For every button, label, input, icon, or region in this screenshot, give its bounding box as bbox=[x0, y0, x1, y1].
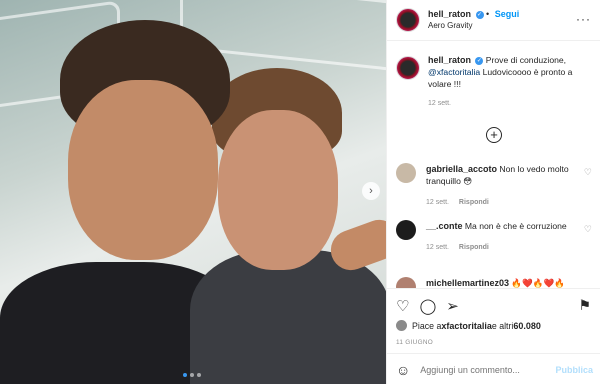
comment-timestamp[interactable]: 12 sett. bbox=[426, 244, 449, 251]
likes-count[interactable]: 60.080 bbox=[513, 321, 541, 331]
comment-text: Ma non è che è corruzione bbox=[462, 221, 567, 231]
post-caption: hell_raton ✓ Prove di conduzione, @xfact… bbox=[396, 54, 592, 110]
reply-button[interactable]: Rispondi bbox=[459, 244, 489, 251]
commenter-username[interactable]: michellemartinez03 bbox=[426, 278, 509, 288]
comment-item: gabriella_accoto Non lo vedo molto tranq… bbox=[396, 163, 592, 209]
comment-timestamp[interactable]: 12 sett. bbox=[426, 199, 449, 206]
next-image-button[interactable]: › bbox=[362, 182, 380, 200]
like-heart-icon[interactable]: ♡ bbox=[396, 297, 409, 315]
follow-button[interactable]: Segui bbox=[495, 9, 520, 19]
caption-text: Prove di conduzione, bbox=[483, 55, 567, 65]
liker-avatar[interactable] bbox=[396, 320, 407, 331]
emoji-picker-icon[interactable]: ☺ bbox=[396, 362, 410, 378]
author-avatar[interactable] bbox=[396, 8, 420, 32]
instagram-post: › hell_raton ✓ • Segui Aero Gravity ··· bbox=[0, 0, 600, 384]
post-photo[interactable]: › bbox=[0, 0, 386, 384]
comment-input[interactable] bbox=[420, 364, 551, 375]
comment-item: __.conte Ma non è che è corruzione 12 se… bbox=[396, 220, 592, 254]
publish-button[interactable]: Pubblica bbox=[555, 365, 593, 375]
commenter-avatar[interactable] bbox=[396, 163, 416, 183]
more-options-icon[interactable]: ··· bbox=[576, 12, 591, 26]
post-location[interactable]: Aero Gravity bbox=[428, 20, 519, 32]
caption-username[interactable]: hell_raton bbox=[428, 55, 471, 65]
post-date[interactable]: 11 GIUGNO bbox=[396, 339, 433, 346]
load-more-comments-icon[interactable]: + bbox=[486, 127, 502, 143]
comment-like-heart-icon[interactable]: ♡ bbox=[584, 167, 592, 178]
commenter-username[interactable]: __.conte bbox=[426, 221, 463, 231]
add-comment-bar: ☺ Pubblica bbox=[387, 353, 600, 385]
caption-timestamp[interactable]: 12 sett. bbox=[428, 98, 592, 110]
verified-badge-icon: ✓ bbox=[475, 10, 484, 19]
carousel-dot bbox=[183, 373, 187, 377]
comment-text: 🔥❤️🔥❤️🔥 bbox=[509, 278, 565, 288]
carousel-dot bbox=[197, 373, 201, 377]
post-actions: ♡ ◯ ➢ ⚑ Piace a xfactoritalia e altri 60… bbox=[387, 288, 600, 384]
post-header: hell_raton ✓ • Segui Aero Gravity ··· bbox=[387, 0, 600, 41]
commenter-avatar[interactable] bbox=[396, 220, 416, 240]
post-side-panel: hell_raton ✓ • Segui Aero Gravity ··· he… bbox=[386, 0, 600, 384]
comment-bubble-icon[interactable]: ◯ bbox=[419, 297, 436, 315]
separator-dot: • bbox=[486, 9, 490, 19]
likes-summary: Piace a xfactoritalia e altri 60.080 bbox=[396, 320, 541, 331]
share-paper-plane-icon[interactable]: ➢ bbox=[446, 297, 459, 315]
carousel-dot bbox=[190, 373, 194, 377]
bookmark-icon[interactable]: ⚑ bbox=[578, 297, 591, 314]
commenter-username[interactable]: gabriella_accoto bbox=[426, 164, 497, 174]
author-username[interactable]: hell_raton bbox=[428, 9, 471, 19]
caption-mention-link[interactable]: @xfactoritalia bbox=[428, 67, 480, 77]
caption-avatar[interactable] bbox=[396, 56, 420, 80]
reply-button[interactable]: Rispondi bbox=[459, 199, 489, 206]
carousel-dots bbox=[183, 373, 201, 377]
chevron-right-icon: › bbox=[369, 185, 373, 197]
liker-username[interactable]: xfactoritalia bbox=[441, 321, 492, 331]
comment-like-heart-icon[interactable]: ♡ bbox=[584, 224, 592, 235]
